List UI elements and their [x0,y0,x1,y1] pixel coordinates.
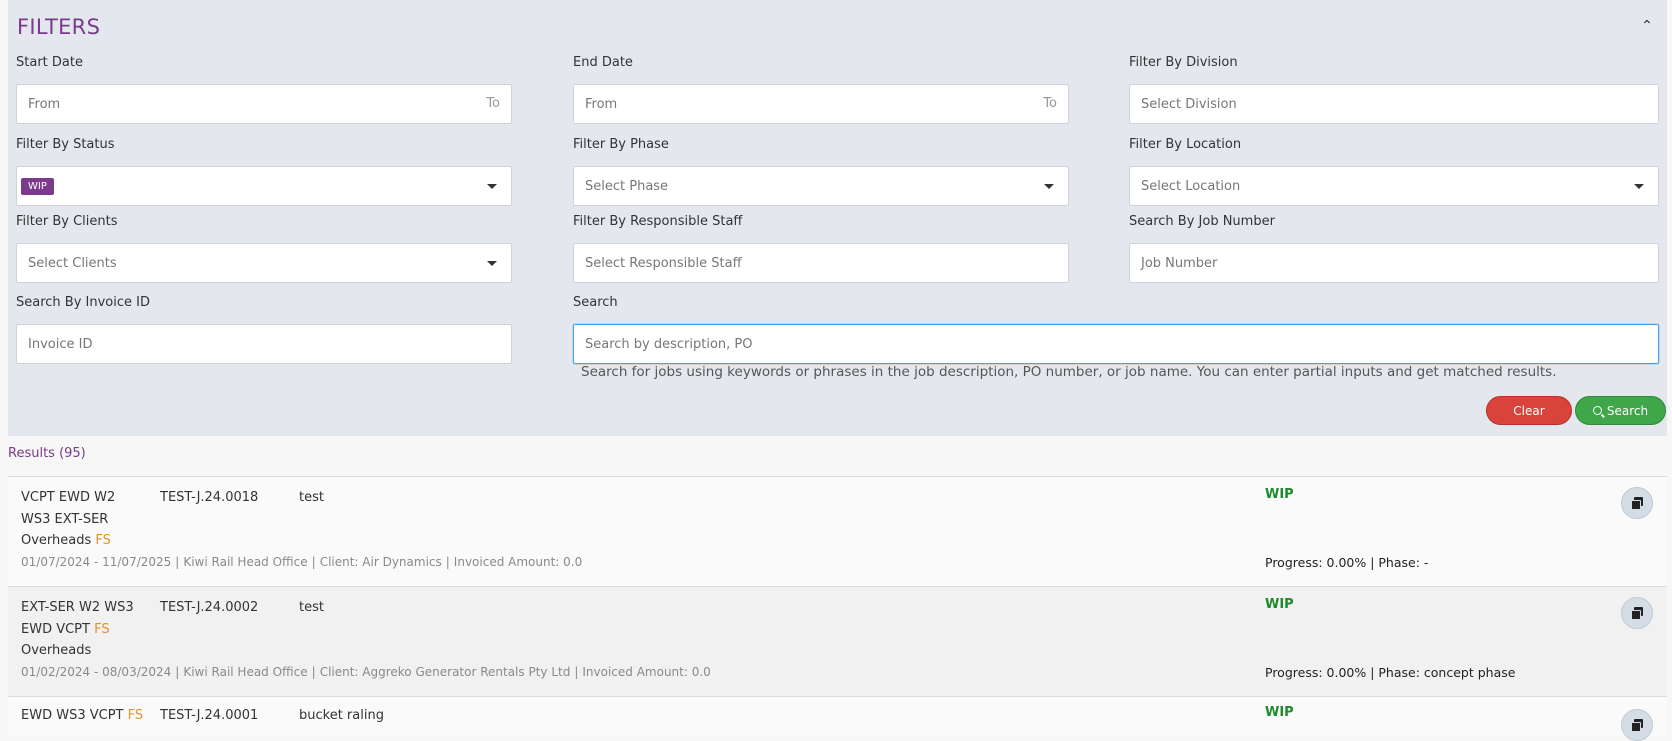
job-number-field: Search By Job Number Job Number [1129,213,1659,283]
job-number-label: Search By Job Number [1129,214,1275,229]
job-meta: 01/07/2024 - 11/07/2025 | Kiwi Rail Head O… [21,555,583,569]
job-name: VCPT EWD W2 WS3 EXT-SER Overheads FS [21,487,146,552]
job-office: Kiwi Rail Head Office [183,665,308,679]
clear-button-label: Clear [1513,403,1545,418]
job-client: Client: Aggreko Generator Rentals Pty Lt… [319,665,571,679]
result-row[interactable]: VCPT EWD W2 WS3 EXT-SER Overheads FS TES… [8,476,1667,586]
job-number: TEST-J.24.0018 [160,490,259,505]
division-label: Filter By Division [1129,55,1238,70]
start-date-field: Start Date From To [16,54,512,124]
division-field: Filter By Division Select Division [1129,54,1659,124]
start-date-input[interactable]: From To [16,84,512,124]
location-placeholder: Select Location [1141,178,1241,194]
job-office: Kiwi Rail Head Office [183,555,308,569]
job-client: Client: Air Dynamics [319,555,442,569]
clients-field: Filter By Clients Select Clients [16,213,512,283]
copy-button[interactable] [1621,597,1653,629]
job-number: TEST-J.24.0002 [160,600,259,615]
end-date-input[interactable]: From To [573,84,1069,124]
location-label: Filter By Location [1129,137,1242,152]
search-icon [1592,406,1602,415]
end-date-field: End Date From To [573,54,1069,124]
search-button-label: Search [1606,403,1649,418]
job-name-line: EWD VCPT [21,621,90,637]
search-button[interactable]: Search [1575,396,1666,425]
end-date-to-placeholder: To [1043,96,1057,111]
status-label: Filter By Status [16,137,115,152]
start-date-from-placeholder: From [28,96,61,112]
job-description: test [299,600,324,615]
job-name-line: WS3 EXT-SER [21,511,109,527]
phase-caret-icon [1044,184,1054,189]
staff-select[interactable]: Select Responsible Staff [573,243,1069,283]
phase-select[interactable]: Select Phase [573,166,1069,206]
result-row[interactable]: EXT-SER W2 WS3 EWD VCPT FS Overheads TES… [8,586,1667,696]
job-status: WIP [1265,597,1294,612]
job-number-input[interactable]: Job Number [1129,243,1659,283]
staff-placeholder: Select Responsible Staff [585,255,742,271]
invoice-id-input[interactable]: Invoice ID [16,324,512,364]
location-caret-icon [1634,184,1644,189]
result-row[interactable]: EWD WS3 VCPT FS TEST-J.24.0001 bucket ra… [8,696,1667,741]
copy-icon [1631,607,1643,620]
job-status: WIP [1265,705,1294,720]
fs-badge: FS [94,621,110,637]
clients-placeholder: Select Clients [28,255,117,271]
search-label: Search [573,295,618,310]
invoice-id-placeholder: Invoice ID [28,336,93,352]
job-invoiced: Invoiced Amount: 0.0 [582,665,711,679]
status-field: Filter By Status WIP [16,136,512,206]
job-dates: 01/02/2024 - 08/03/2024 [21,665,172,679]
search-placeholder: Search by description, PO [585,336,753,352]
copy-button[interactable] [1621,709,1653,741]
job-invoiced: Invoiced Amount: 0.0 [453,555,583,569]
search-help-text: Search for jobs using keywords or phrase… [581,364,1557,380]
division-placeholder: Select Division [1141,96,1237,112]
clients-select[interactable]: Select Clients [16,243,512,283]
location-select[interactable]: Select Location [1129,166,1659,206]
filters-panel: FILTERS ⌃ Start Date From To End Date Fr… [8,0,1667,436]
status-tag-wip[interactable]: WIP [21,177,54,195]
job-number-placeholder: Job Number [1141,255,1218,271]
search-input[interactable]: Search by description, PO [573,324,1659,364]
job-meta: 01/02/2024 - 08/03/2024 | Kiwi Rail Head O… [21,665,711,679]
staff-field: Filter By Responsible Staff Select Respo… [573,213,1069,283]
job-progress: Progress: 0.00% | Phase: - [1265,555,1429,570]
end-date-label: End Date [573,55,633,70]
location-field: Filter By Location Select Location [1129,136,1659,206]
status-caret-icon [487,184,497,189]
clear-button[interactable]: Clear [1486,396,1572,425]
invoice-id-field: Search By Invoice ID Invoice ID [16,294,512,364]
invoice-id-label: Search By Invoice ID [16,295,150,310]
filters-title: FILTERS [17,15,101,39]
clients-caret-icon [487,261,497,266]
end-date-from-placeholder: From [585,96,618,112]
job-name: EXT-SER W2 WS3 EWD VCPT FS Overheads [21,597,146,662]
job-name-line: EXT-SER W2 WS3 [21,600,134,615]
phase-label: Filter By Phase [573,137,669,152]
phase-placeholder: Select Phase [585,178,669,194]
status-select[interactable]: WIP [16,166,512,206]
copy-icon [1631,719,1643,732]
results-count: Results (95) [8,446,86,461]
copy-button[interactable] [1621,487,1653,519]
job-progress: Progress: 0.00% | Phase: concept phase [1265,665,1516,680]
fs-badge: FS [95,533,111,548]
job-name-line: Overheads [21,533,92,548]
collapse-icon[interactable]: ⌃ [1635,14,1659,38]
clients-label: Filter By Clients [16,214,118,229]
start-date-label: Start Date [16,55,83,70]
job-name-line: VCPT EWD W2 [21,490,116,505]
phase-field: Filter By Phase Select Phase [573,136,1069,206]
job-dates: 01/07/2024 - 11/07/2025 [21,555,172,569]
start-date-to-placeholder: To [486,96,500,111]
division-input[interactable]: Select Division [1129,84,1659,124]
copy-icon [1631,497,1643,510]
search-field: Search Search by description, PO [573,294,1659,364]
job-status: WIP [1265,487,1294,502]
job-name-line: Overheads [21,643,92,658]
job-description: test [299,490,324,505]
staff-label: Filter By Responsible Staff [573,214,743,229]
